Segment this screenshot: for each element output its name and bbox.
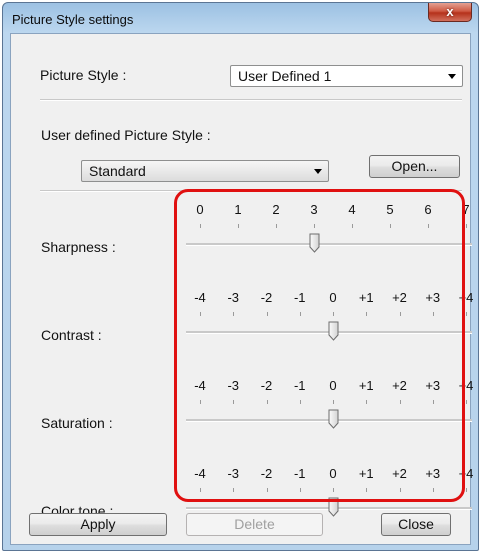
tick-mark (466, 312, 467, 316)
apply-button[interactable]: Apply (29, 513, 167, 536)
dialog-body: Picture Style : User Defined 1 User defi… (10, 33, 473, 545)
user-defined-select[interactable]: Standard (81, 160, 329, 182)
title-bar[interactable]: Picture Style settings x (3, 3, 478, 33)
highlight-box (174, 189, 465, 502)
chevron-down-icon (314, 169, 322, 174)
picture-style-select[interactable]: User Defined 1 (230, 65, 463, 87)
separator (40, 99, 462, 101)
slider-label: Saturation : (41, 415, 113, 431)
tick-mark (466, 400, 467, 404)
dialog-window: Picture Style settings x Picture Style :… (2, 2, 479, 551)
user-defined-value: Standard (89, 163, 146, 179)
close-icon[interactable]: x (428, 3, 472, 22)
open-button[interactable]: Open... (369, 155, 460, 178)
tick-mark (466, 488, 467, 492)
delete-button: Delete (186, 513, 323, 536)
user-defined-label: User defined Picture Style : (41, 127, 211, 143)
close-button[interactable]: Close (381, 513, 451, 536)
picture-style-label: Picture Style : (40, 67, 127, 83)
picture-style-value: User Defined 1 (238, 68, 332, 84)
tick-mark (466, 224, 467, 228)
slider-label: Sharpness : (41, 239, 116, 255)
chevron-down-icon (448, 74, 456, 79)
window-title: Picture Style settings (12, 12, 134, 27)
slider-label: Contrast : (41, 327, 102, 343)
